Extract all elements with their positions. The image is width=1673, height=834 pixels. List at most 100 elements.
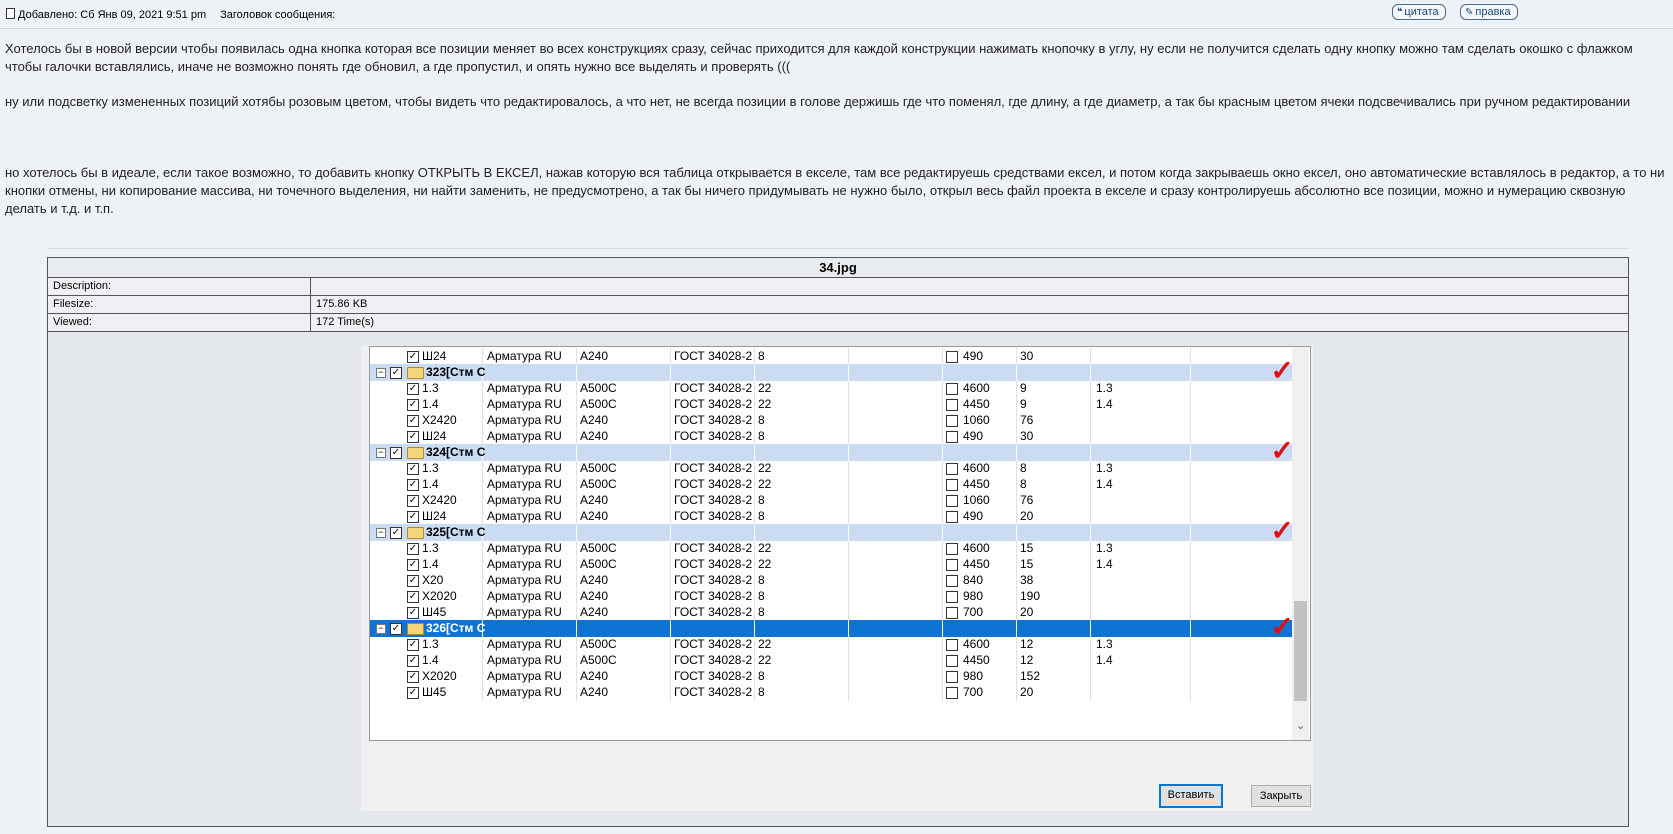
table-row[interactable]: ✓Ш24 Арматура RU А240 ГОСТ 34028-2016 8 490 20 [370, 508, 1292, 525]
column-divider [482, 508, 483, 525]
row-checkbox[interactable]: ✓ [407, 479, 419, 491]
column-divider [1016, 380, 1017, 397]
collapse-icon[interactable]: − [376, 448, 386, 458]
close-button[interactable]: Закрыть [1251, 785, 1311, 807]
row-checkbox[interactable]: ✓ [407, 671, 419, 683]
table-row[interactable]: ✓1.3Арматура RUА500СГОСТ 34028-201622460… [370, 460, 1292, 477]
row-checkbox[interactable]: ✓ [407, 639, 419, 651]
row-checkbox[interactable]: ✓ [407, 655, 419, 667]
cell-extra [1096, 572, 1186, 589]
table-row[interactable]: ✓1.4Арматура RUА500СГОСТ 34028-201622445… [370, 556, 1292, 573]
row-checkbox[interactable]: ✓ [407, 543, 419, 555]
group-row[interactable]: − ✓ 323[Стм С ✓ [370, 357, 1294, 385]
length-checkbox[interactable] [946, 399, 958, 411]
column-divider [670, 444, 671, 461]
length-checkbox[interactable] [946, 687, 958, 699]
table-row[interactable]: ✓1.3Арматура RUА500СГОСТ 34028-201622460… [370, 540, 1292, 557]
table-row[interactable]: ✓Ш45 Арматура RU А240 ГОСТ 34028-2016 8 700 20 [370, 684, 1292, 701]
group-checkbox[interactable]: ✓ [390, 447, 402, 459]
length-checkbox[interactable] [946, 543, 958, 555]
cell-diameter: 8 [758, 669, 765, 683]
filesize-label: Filesize: [53, 296, 311, 313]
row-checkbox[interactable]: ✓ [407, 591, 419, 603]
attachment-filename[interactable]: 34.jpg [48, 258, 1628, 278]
column-divider [670, 364, 671, 381]
row-checkbox[interactable]: ✓ [407, 463, 419, 475]
column-divider [482, 476, 483, 493]
table-row[interactable]: ✓1.4Арматура RUА500СГОСТ 34028-201622445… [370, 396, 1292, 413]
length-checkbox[interactable] [946, 575, 958, 587]
length-checkbox[interactable] [946, 639, 958, 651]
insert-button[interactable]: Вставить [1159, 784, 1223, 808]
column-divider [754, 668, 755, 685]
length-checkbox[interactable] [946, 671, 958, 683]
table-row[interactable]: ✓Ш24 Арматура RU А240 ГОСТ 34028-2016 8 490 30 [370, 428, 1292, 445]
column-divider [754, 588, 755, 605]
column-divider [670, 636, 671, 653]
group-row[interactable]: − ✓ 326[Стм С ✓ [370, 613, 1294, 641]
row-checkbox[interactable]: ✓ [407, 351, 419, 363]
length-checkbox[interactable] [946, 511, 958, 523]
cell-length: 980 [963, 589, 984, 603]
row-checkbox[interactable]: ✓ [407, 415, 419, 427]
row-checkbox[interactable]: ✓ [407, 575, 419, 587]
table-row[interactable]: ✓Ш24 Арматура RU А240 ГОСТ 34028-2016 8 490 30 [370, 348, 1292, 365]
length-checkbox[interactable] [946, 591, 958, 603]
column-divider [1016, 620, 1017, 637]
length-checkbox[interactable] [946, 415, 958, 427]
table-row[interactable]: ✓Х2020 Арматура RU А240 ГОСТ 34028-2016 8 980… [370, 588, 1292, 605]
scroll-down-icon[interactable]: ⌄ [1296, 719, 1305, 732]
cell-name: 1.3 [422, 461, 439, 475]
collapse-icon[interactable]: − [376, 624, 386, 634]
table-row[interactable]: ✓1.4Арматура RUА500СГОСТ 34028-201622445… [370, 652, 1292, 669]
scrollbar-thumb[interactable] [1294, 601, 1307, 701]
column-divider [942, 556, 943, 573]
column-divider [1190, 428, 1191, 445]
row-checkbox[interactable]: ✓ [407, 495, 419, 507]
folder-icon [407, 623, 424, 635]
row-checkbox[interactable]: ✓ [407, 511, 419, 523]
cell-gost: ГОСТ 34028-2016 [674, 413, 752, 427]
row-checkbox[interactable]: ✓ [407, 383, 419, 395]
row-checkbox[interactable]: ✓ [407, 559, 419, 571]
table-row[interactable]: ✓Х2420 Арматура RU А240 ГОСТ 34028-2016 8 106… [370, 492, 1292, 509]
table-row[interactable]: ✓Х2420 Арматура RU А240 ГОСТ 34028-2016 8 106… [370, 412, 1292, 429]
quote-button[interactable]: ❝ цитата [1392, 4, 1446, 20]
group-name: 326[Стм С [426, 621, 486, 635]
vertical-scrollbar[interactable]: ⌄ [1292, 347, 1309, 740]
cell-diameter: 8 [758, 413, 765, 427]
group-checkbox[interactable]: ✓ [390, 367, 402, 379]
edit-button[interactable]: ✎ правка [1460, 4, 1518, 20]
table-row[interactable]: ✓1.3Арматура RUА500СГОСТ 34028-201622460… [370, 380, 1292, 397]
length-checkbox[interactable] [946, 479, 958, 491]
column-divider [754, 428, 755, 445]
row-checkbox[interactable]: ✓ [407, 607, 419, 619]
group-row[interactable]: − ✓ 325[Стм С ✓ [370, 517, 1294, 545]
table-row[interactable]: ✓Х2020 Арматура RU А240 ГОСТ 34028-2016 8 980… [370, 668, 1292, 685]
cell-quantity: 9 [1020, 381, 1027, 395]
table-row[interactable]: ✓Ш45 Арматура RU А240 ГОСТ 34028-2016 8 700 20 [370, 604, 1292, 621]
length-checkbox[interactable] [946, 351, 958, 363]
attached-screenshot[interactable]: ✓Ш45Арматура RUА240ГОСТ 34028-2016870020… [361, 346, 1313, 811]
length-checkbox[interactable] [946, 431, 958, 443]
row-checkbox[interactable]: ✓ [407, 431, 419, 443]
length-checkbox[interactable] [946, 655, 958, 667]
length-checkbox[interactable] [946, 495, 958, 507]
length-checkbox[interactable] [946, 383, 958, 395]
row-checkbox[interactable]: ✓ [407, 687, 419, 699]
group-checkbox[interactable]: ✓ [390, 527, 402, 539]
table-row[interactable]: ✓1.4Арматура RUА500СГОСТ 34028-201622445… [370, 476, 1292, 493]
row-checkbox[interactable]: ✓ [407, 399, 419, 411]
group-row[interactable]: − ✓ 324[Стм С ✓ [370, 437, 1294, 465]
collapse-icon[interactable]: − [376, 528, 386, 538]
group-checkbox[interactable]: ✓ [390, 623, 402, 635]
length-checkbox[interactable] [946, 607, 958, 619]
table-row[interactable]: ✓Х20 Арматура RU А240 ГОСТ 34028-2016 8 840 38 [370, 572, 1292, 589]
collapse-icon[interactable]: − [376, 368, 386, 378]
length-checkbox[interactable] [946, 463, 958, 475]
length-checkbox[interactable] [946, 559, 958, 571]
column-divider [482, 652, 483, 669]
cell-gost: ГОСТ 34028-2016 [674, 573, 752, 587]
table-row[interactable]: ✓1.3Арматура RUА500СГОСТ 34028-201622460… [370, 636, 1292, 653]
quote-icon: ❝ [1397, 7, 1403, 18]
